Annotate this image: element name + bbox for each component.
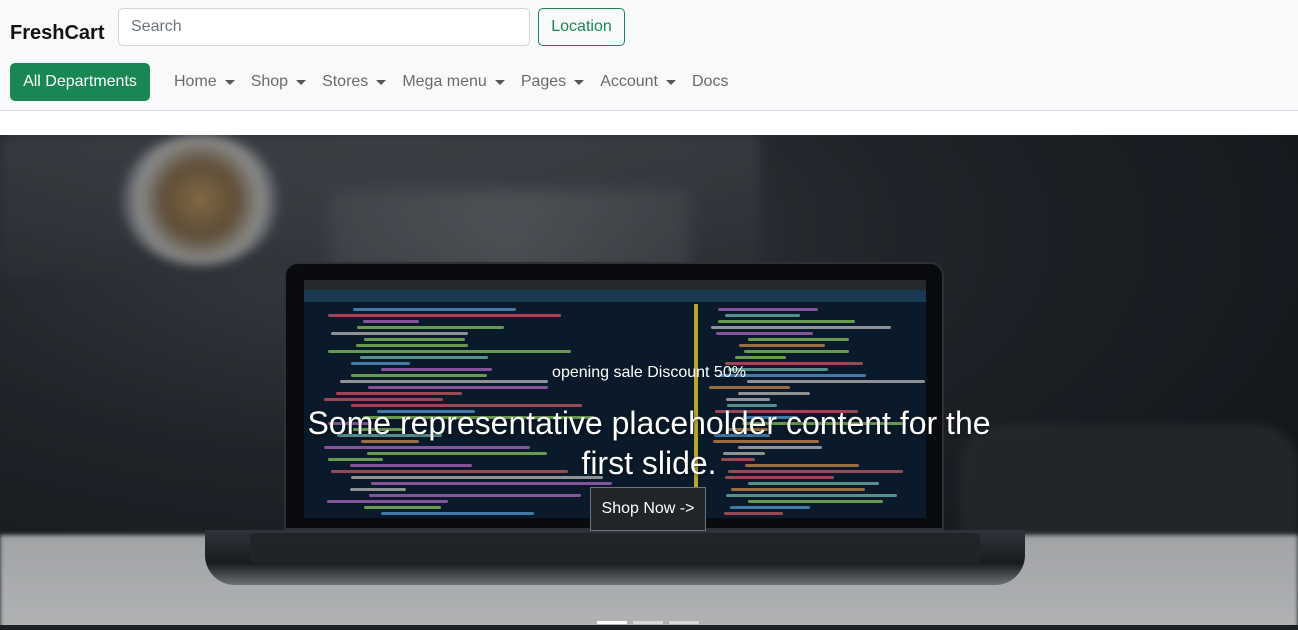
brand-logo[interactable]: FreshCart	[10, 22, 104, 45]
nav-item-stores[interactable]: Stores	[322, 73, 387, 91]
main-nav: Home Shop Stores Mega menu Pages Account…	[174, 63, 744, 101]
hero-carousel: opening sale Discount 50% Some represent…	[0, 135, 1298, 630]
caret-down-icon	[494, 80, 505, 85]
caret-down-icon	[666, 80, 676, 85]
nav-item-pages[interactable]: Pages	[520, 73, 585, 91]
caret-down-icon	[224, 80, 235, 85]
hero-title: Some representative placeholder content …	[307, 405, 991, 481]
carousel-indicator-3[interactable]	[669, 621, 699, 624]
carousel-indicator-2[interactable]	[633, 621, 663, 624]
hero-subtitle: opening sale Discount 50%	[552, 364, 746, 381]
all-departments-button[interactable]: All Departments	[10, 63, 150, 101]
nav-item-label: Account	[600, 73, 658, 90]
location-button[interactable]: Location	[538, 8, 625, 46]
nav-item-mega-menu[interactable]: Mega menu	[402, 73, 505, 91]
nav-item-home[interactable]: Home	[174, 73, 235, 91]
nav-item-label: Home	[174, 73, 217, 90]
nav-item-label: Mega menu	[402, 73, 487, 90]
nav-item-label: Docs	[692, 73, 729, 90]
shop-now-button[interactable]: Shop Now ->	[590, 487, 706, 531]
search-input[interactable]	[118, 8, 530, 46]
carousel-indicators	[597, 621, 699, 624]
next-section-edge	[0, 625, 1298, 630]
nav-item-docs[interactable]: Docs	[692, 73, 728, 91]
nav-item-label: Stores	[322, 73, 369, 90]
nav-item-label: Shop	[250, 73, 289, 90]
nav-item-label: Pages	[520, 73, 567, 90]
carousel-caption: opening sale Discount 50% Some represent…	[0, 135, 1298, 630]
caret-down-icon	[296, 80, 307, 85]
caret-down-icon	[574, 80, 585, 85]
nav-item-shop[interactable]: Shop	[250, 73, 307, 91]
caret-down-icon	[376, 80, 387, 85]
nav-item-account[interactable]: Account	[600, 73, 676, 91]
carousel-indicator-1[interactable]	[597, 621, 627, 624]
top-navbar: FreshCart Location All Departments Home …	[0, 0, 1298, 111]
